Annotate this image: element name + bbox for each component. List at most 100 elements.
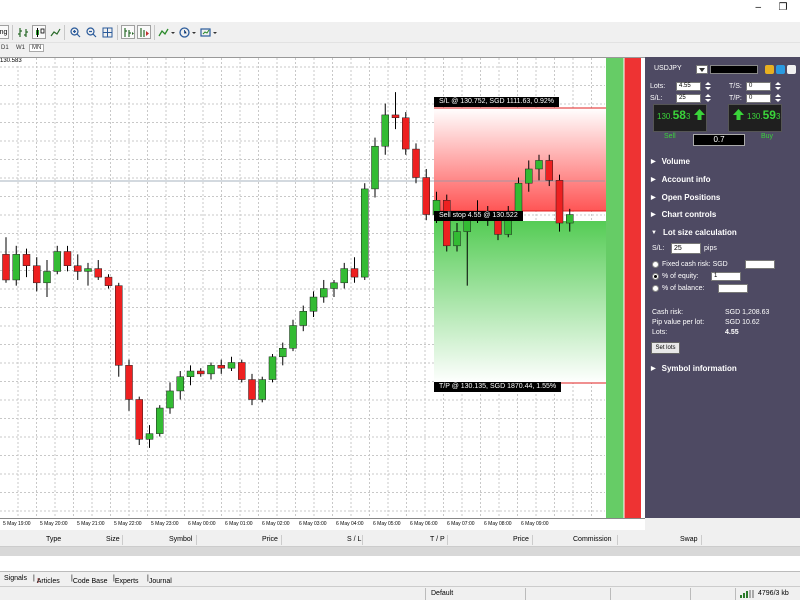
stop-loss-label[interactable]: S/L @ 130.752, SGD 1111.63, 0.92% bbox=[434, 97, 560, 107]
toolbar-tab-fragment[interactable]: ng bbox=[0, 25, 9, 39]
candle-body bbox=[84, 268, 92, 272]
traffic-status: 4796/3 kb bbox=[758, 590, 789, 597]
equity-input[interactable]: 1 bbox=[711, 272, 741, 281]
col-type[interactable]: Type bbox=[46, 536, 61, 543]
tp-input[interactable]: 0 bbox=[746, 94, 771, 103]
trade-panel: USDJPY Lots: 4.55 S/L: 25 T/S: 0 T/P: 0 … bbox=[645, 57, 800, 518]
candlestick-chart-icon[interactable] bbox=[32, 25, 46, 39]
calc-sl-input[interactable]: 25 bbox=[671, 243, 701, 254]
take-profit-label[interactable]: T/P @ 130.135, SGD 1870.44, 1.55% bbox=[434, 382, 562, 392]
ts-input[interactable]: 0 bbox=[746, 82, 771, 91]
indicators-icon[interactable] bbox=[157, 25, 177, 39]
col-symbol[interactable]: Symbol bbox=[169, 536, 192, 543]
tab-experts[interactable]: | Experts bbox=[113, 575, 139, 585]
time-label: 5 May 23:00 bbox=[151, 521, 179, 527]
sell-price: 130.583 bbox=[657, 108, 691, 122]
candlestick-chart-canvas[interactable] bbox=[0, 58, 645, 518]
col-swap[interactable]: Swap bbox=[680, 536, 698, 543]
periods-clock-icon[interactable] bbox=[178, 25, 198, 39]
terminal-table[interactable] bbox=[0, 547, 800, 571]
section-account-info[interactable]: ▶ Account info bbox=[651, 175, 711, 184]
section-symbol-info[interactable]: ▶ Symbol information bbox=[651, 364, 737, 373]
balance-label: % of balance: bbox=[662, 285, 705, 292]
templates-icon[interactable] bbox=[199, 25, 219, 39]
candle-body bbox=[12, 254, 20, 281]
col-tp[interactable]: T / P bbox=[430, 536, 445, 543]
col-commission[interactable]: Commission bbox=[573, 536, 612, 543]
timeframe-mn[interactable]: MN bbox=[29, 44, 45, 52]
candle-body bbox=[412, 148, 420, 178]
auto-scroll-icon[interactable] bbox=[121, 25, 135, 39]
chart-toolbar: ng bbox=[0, 22, 800, 43]
restore-button[interactable]: ❐ bbox=[772, 2, 794, 13]
lots-input[interactable]: 4.55 bbox=[676, 82, 701, 91]
candle-body bbox=[443, 200, 451, 247]
cash-risk-label: Cash risk: bbox=[652, 309, 684, 316]
col-size[interactable]: Size bbox=[106, 536, 120, 543]
sl-stepper[interactable] bbox=[705, 94, 711, 103]
chevron-right-icon: ▶ bbox=[651, 159, 656, 165]
time-label: 6 May 09:00 bbox=[521, 521, 549, 527]
symbol-search-field[interactable] bbox=[710, 65, 758, 74]
balance-input[interactable] bbox=[718, 284, 748, 293]
sell-stop-order-label[interactable]: Sell stop 4.55 @ 130.522 bbox=[434, 211, 523, 221]
minimize-button[interactable]: – bbox=[747, 2, 769, 13]
tab-code-base[interactable]: | Code Base bbox=[71, 575, 107, 585]
ts-stepper[interactable] bbox=[775, 82, 781, 91]
fixed-cash-radio[interactable] bbox=[652, 261, 659, 268]
sl-input[interactable]: 25 bbox=[676, 94, 701, 103]
status-bar: Default 4796/3 kb bbox=[0, 586, 800, 600]
col-price[interactable]: Price bbox=[262, 536, 278, 543]
candle-body bbox=[238, 362, 246, 380]
zoom-in-icon[interactable] bbox=[68, 25, 82, 39]
equity-radio[interactable] bbox=[652, 273, 659, 280]
buy-button[interactable]: 130.593 bbox=[728, 104, 782, 132]
zoom-out-icon[interactable] bbox=[84, 25, 98, 39]
lock-icon[interactable] bbox=[765, 65, 774, 74]
tile-windows-icon[interactable] bbox=[100, 25, 114, 39]
time-label: 6 May 06:00 bbox=[410, 521, 438, 527]
line-chart-icon[interactable] bbox=[48, 25, 62, 39]
sell-caption: Sell bbox=[664, 133, 676, 140]
section-chart-controls[interactable]: ▶ Chart controls bbox=[651, 210, 716, 219]
candle-body bbox=[22, 254, 31, 266]
title-bar: – ❐ bbox=[0, 0, 800, 22]
tab-journal[interactable]: | Journal bbox=[147, 575, 172, 585]
price-chart[interactable]: 130.583 S/L @ 130.752, SGD 1111.63, 0.92… bbox=[0, 57, 645, 518]
tab-articles[interactable]: | Articles 2 bbox=[33, 575, 60, 585]
tab-signals[interactable]: Signals bbox=[4, 575, 27, 582]
balance-radio[interactable] bbox=[652, 285, 659, 292]
candle-body bbox=[268, 356, 277, 380]
lots-stepper[interactable] bbox=[705, 82, 711, 91]
tp-stepper[interactable] bbox=[775, 94, 781, 103]
candle-body bbox=[53, 251, 61, 272]
settings-icon[interactable] bbox=[776, 65, 785, 74]
section-open-positions[interactable]: ▶ Open Positions bbox=[651, 193, 720, 202]
chart-shift-icon[interactable] bbox=[137, 25, 151, 39]
sl-label: S/L: bbox=[650, 95, 663, 102]
candle-body bbox=[135, 399, 143, 440]
set-lots-button[interactable]: Set lots bbox=[651, 342, 680, 354]
bar-chart-icon[interactable] bbox=[16, 25, 30, 39]
sell-strip bbox=[624, 58, 641, 518]
timeframe-w1[interactable]: W1 bbox=[16, 45, 25, 51]
symbol-dropdown-icon[interactable] bbox=[696, 65, 708, 74]
candle-body bbox=[402, 117, 410, 150]
time-label: 5 May 19:00 bbox=[3, 521, 31, 527]
profile-status: Default bbox=[431, 590, 454, 597]
time-label: 5 May 22:00 bbox=[114, 521, 142, 527]
terminal-scrollbar[interactable] bbox=[0, 547, 800, 556]
sell-button[interactable]: 130.583 bbox=[653, 104, 707, 132]
section-lot-size[interactable]: ▼ Lot size calculation bbox=[651, 228, 737, 237]
col-price-current[interactable]: Price bbox=[513, 536, 529, 543]
section-volume[interactable]: ▶ Volume bbox=[651, 157, 690, 166]
time-label: 6 May 04:00 bbox=[336, 521, 364, 527]
time-label: 5 May 21:00 bbox=[77, 521, 105, 527]
candle-body bbox=[289, 325, 297, 349]
close-panel-icon[interactable] bbox=[787, 65, 796, 74]
col-sl[interactable]: S / L bbox=[347, 536, 361, 543]
candle-body bbox=[361, 188, 369, 278]
fixed-cash-input[interactable] bbox=[745, 260, 775, 269]
time-label: 6 May 03:00 bbox=[299, 521, 327, 527]
timeframe-d1[interactable]: D1 bbox=[1, 45, 9, 51]
